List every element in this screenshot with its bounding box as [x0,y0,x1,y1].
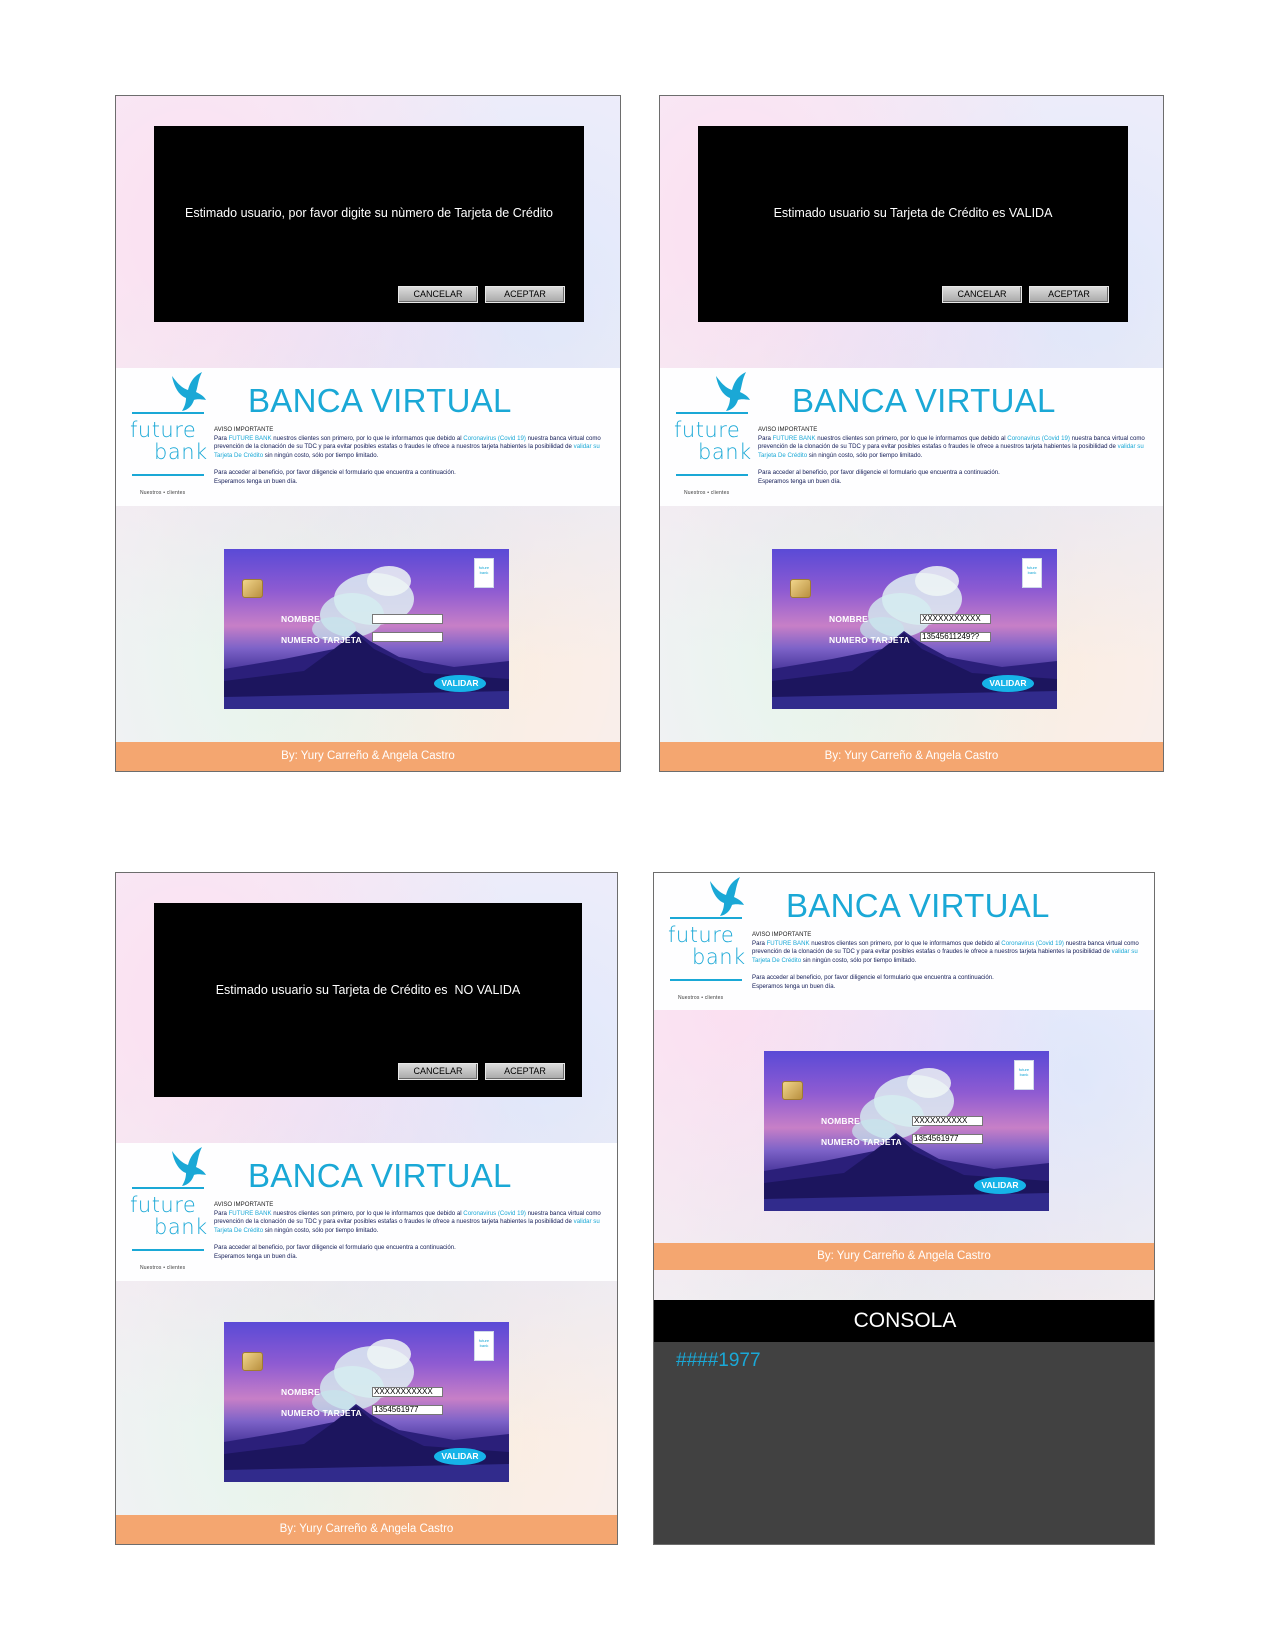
card-number-label: NUMERO TARJETA [281,635,362,645]
card-number-label: NUMERO TARJETA [821,1137,902,1147]
page-title: BANCA VIRTUAL [248,1157,512,1194]
card-logo-icon: future bank [474,1331,494,1361]
notice-title: AVISO IMPORTANTE [214,1201,274,1208]
logo-tagline: Nuestros • clientes [684,490,730,496]
card-logo-icon: future bank [1014,1060,1034,1090]
bank-banner: future bank Nuestros • clientes BANCA VI… [654,873,1154,1010]
page-title: BANCA VIRTUAL [786,887,1050,924]
message-dialog: Estimado usuario, por favor digite su nù… [154,126,584,322]
important-notice: AVISO IMPORTANTE Para FUTURE BANK nuestr… [214,1201,609,1261]
notice-title: AVISO IMPORTANTE [752,931,812,938]
name-input[interactable] [372,614,443,624]
future-bank-logo: future bank Nuestros • clientes [128,368,210,506]
name-label: NOMBRE [829,614,868,624]
message-dialog: Estimado usuario su Tarjeta de Crédito e… [698,126,1128,322]
bird-logo-icon [168,1145,208,1187]
bird-logo-icon [706,875,746,917]
accept-button[interactable]: ACEPTAR [485,286,565,303]
name-input[interactable]: XXXXXXXXXXX [920,614,991,624]
validar-button[interactable]: VALIDAR [434,1448,486,1465]
credit-card-form: future bank NOMBRE NUMERO TARJETA XXXXXX… [224,1322,509,1482]
logo-word-future: future [130,418,197,442]
bird-logo-icon [712,370,752,412]
console-output-text: ####1977 [676,1350,761,1371]
logo-word-future: future [130,1193,197,1217]
name-input[interactable]: XXXXXXXXXXX [372,1387,443,1397]
screen-panel-invalid: Estimado usuario su Tarjeta de Crédito e… [115,872,618,1545]
validar-button[interactable]: VALIDAR [974,1177,1026,1194]
screen-panel-console: future bank Nuestros • clientes BANCA VI… [653,872,1155,1545]
credit-card-form: future bank NOMBRE NUMERO TARJETA XXXXXX… [772,549,1057,709]
credit-card-form: future bank NOMBRE NUMERO TARJETA VALIDA… [224,549,509,709]
logo-word-bank: bank [154,1215,208,1239]
future-bank-logo: future bank Nuestros • clientes [666,873,748,1011]
name-input[interactable]: XXXXXXXXXX [912,1116,983,1126]
chip-icon [242,1352,263,1371]
footer-credits: By: Yury Carreño & Angela Castro [654,1243,1154,1270]
card-number-label: NUMERO TARJETA [281,1408,362,1418]
chip-icon [242,579,263,598]
logo-word-future: future [668,923,735,947]
card-logo-icon: future bank [474,558,494,588]
name-label: NOMBRE [281,614,320,624]
logo-tagline: Nuestros • clientes [140,1265,186,1271]
message-dialog: Estimado usuario su Tarjeta de Crédito e… [154,903,582,1097]
notice-title: AVISO IMPORTANTE [758,426,818,433]
future-bank-logo: future bank Nuestros • clientes [128,1143,210,1281]
page-title: BANCA VIRTUAL [792,382,1056,419]
accept-button[interactable]: ACEPTAR [1029,286,1109,303]
card-logo-icon: future bank [1022,558,1042,588]
card-number-input[interactable] [372,632,443,642]
chip-icon [782,1081,803,1100]
validar-button[interactable]: VALIDAR [434,675,486,692]
page-title: BANCA VIRTUAL [248,382,512,419]
card-number-input[interactable]: 1354561977 [912,1134,983,1144]
credit-card-form: future bank NOMBRE NUMERO TARJETA XXXXXX… [764,1051,1049,1211]
logo-word-bank: bank [692,945,746,969]
bird-logo-icon [168,370,208,412]
dialog-message: Estimado usuario su Tarjeta de Crédito e… [773,206,1053,220]
name-label: NOMBRE [821,1116,860,1126]
screen-panel-valid: Estimado usuario su Tarjeta de Crédito e… [659,95,1164,772]
dialog-message: Estimado usuario su Tarjeta de Crédito e… [215,983,521,997]
notice-title: AVISO IMPORTANTE [214,426,274,433]
cancel-button[interactable]: CANCELAR [942,286,1022,303]
logo-word-future: future [674,418,741,442]
accept-button[interactable]: ACEPTAR [485,1063,565,1080]
future-bank-logo: future bank Nuestros • clientes [672,368,754,506]
console-output-area: ####1977 [654,1342,1154,1544]
card-number-input[interactable]: 1354561977 [372,1405,443,1415]
bank-banner: future bank Nuestros • clientes BANCA VI… [660,368,1163,506]
footer-credits: By: Yury Carreño & Angela Castro [660,742,1163,771]
cancel-button[interactable]: CANCELAR [398,286,478,303]
console-title: CONSOLA [654,1300,1154,1342]
screen-panel-enter-card: Estimado usuario, por favor digite su nù… [115,95,621,772]
logo-word-bank: bank [154,440,208,464]
bank-banner: future bank Nuestros • clientes BANCA VI… [116,368,620,506]
important-notice: AVISO IMPORTANTE Para FUTURE BANK nuestr… [214,426,609,486]
validar-button[interactable]: VALIDAR [982,675,1034,692]
important-notice: AVISO IMPORTANTE Para FUTURE BANK nuestr… [752,931,1147,991]
logo-tagline: Nuestros • clientes [678,995,724,1001]
footer-credits: By: Yury Carreño & Angela Castro [116,1515,617,1544]
important-notice: AVISO IMPORTANTE Para FUTURE BANK nuestr… [758,426,1153,486]
card-number-input[interactable]: 13545611249?? [920,632,991,642]
footer-credits: By: Yury Carreño & Angela Castro [116,742,620,771]
logo-tagline: Nuestros • clientes [140,490,186,496]
card-number-label: NUMERO TARJETA [829,635,910,645]
dialog-message: Estimado usuario, por favor digite su nù… [184,206,554,220]
chip-icon [790,579,811,598]
name-label: NOMBRE [281,1387,320,1397]
bank-banner: future bank Nuestros • clientes BANCA VI… [116,1143,617,1281]
cancel-button[interactable]: CANCELAR [398,1063,478,1080]
logo-word-bank: bank [698,440,752,464]
